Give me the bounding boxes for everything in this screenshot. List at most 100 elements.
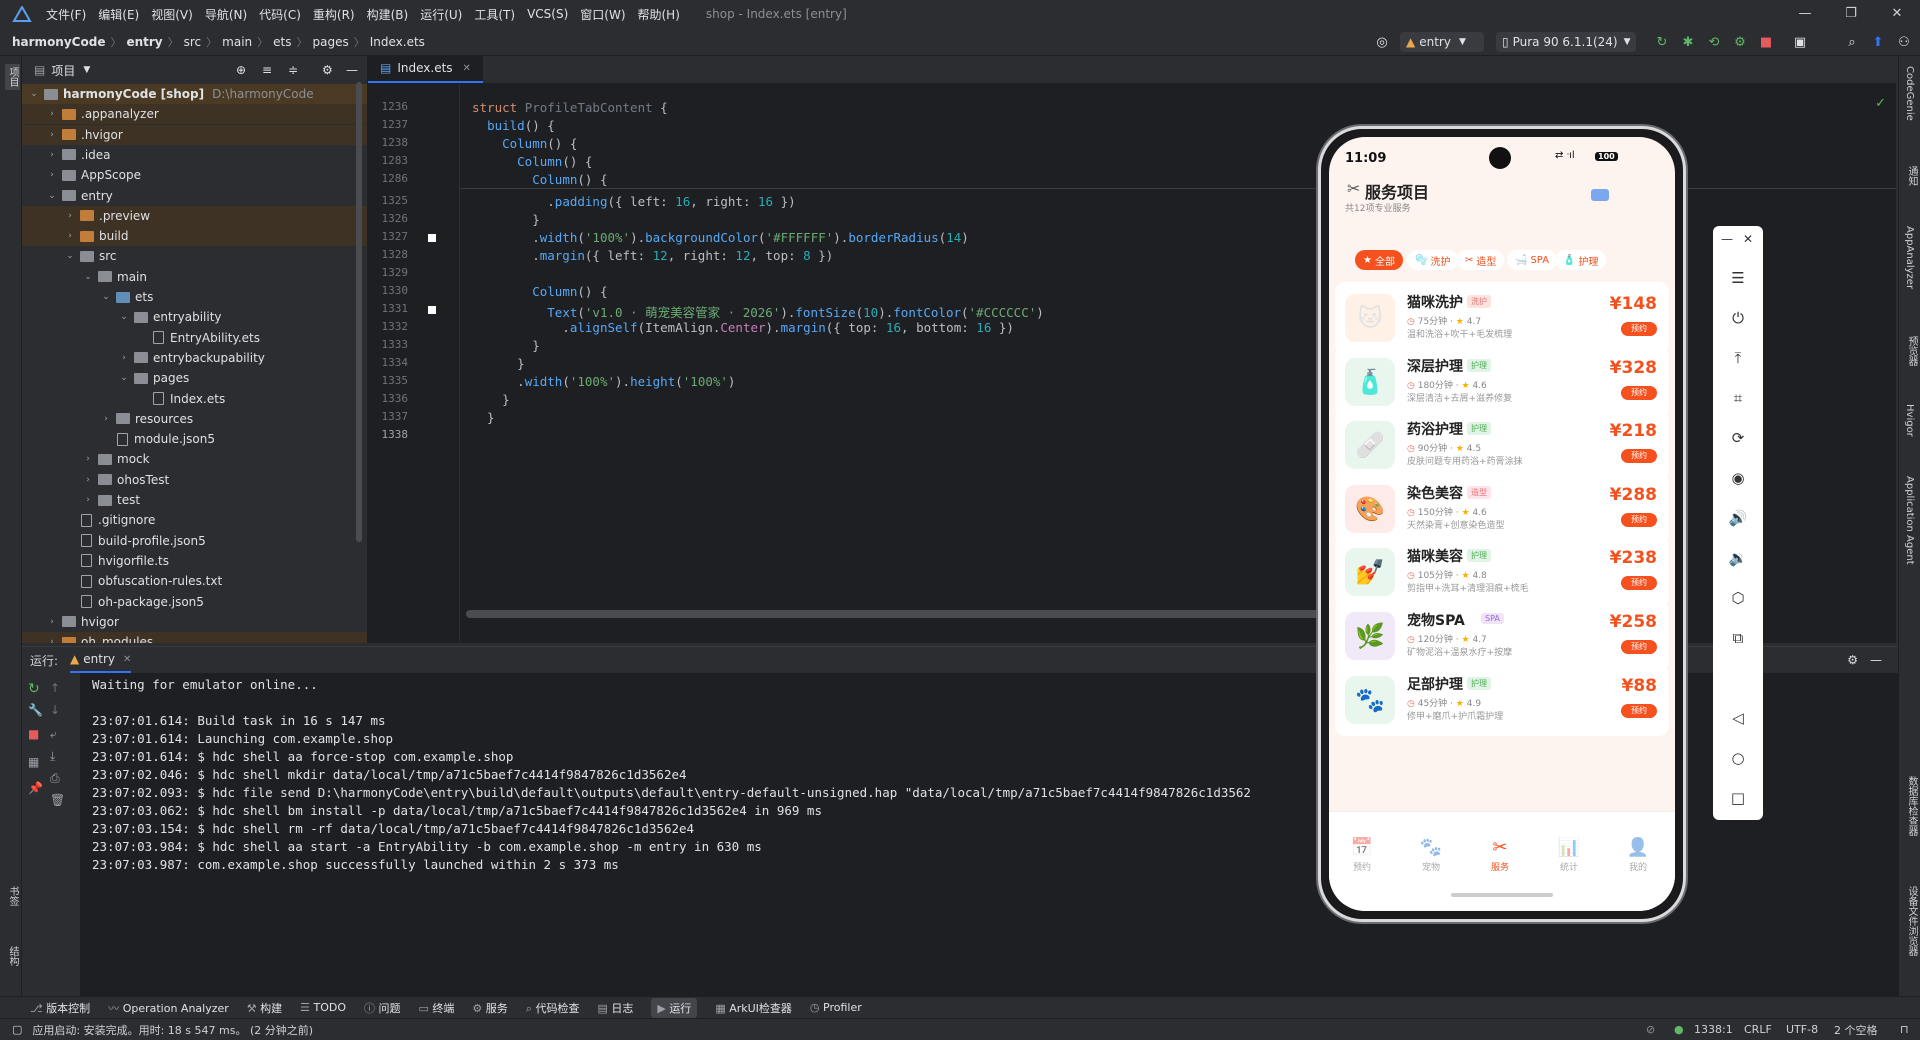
gear-icon[interactable]: ⚙ — [322, 63, 333, 77]
tree-item[interactable]: EntryAbility.ets — [22, 328, 367, 348]
chevron-right-icon[interactable]: › — [100, 414, 112, 424]
crumb-src[interactable]: src — [184, 35, 202, 49]
crumb-pages[interactable]: pages — [312, 35, 348, 49]
book-button[interactable]: 预约 — [1621, 512, 1657, 527]
layout-icon[interactable]: ▦ — [28, 755, 39, 769]
service-card[interactable]: 🐾 足部护理 护理 ◷ 45分钟 · ★ 4.9 修甲+磨爪+护爪霜护理 ¥88 预约 — [1335, 663, 1669, 736]
back-icon[interactable]: ◁ — [1726, 706, 1750, 730]
collapse-all-icon[interactable]: ≡ — [262, 63, 272, 77]
tooltab-11[interactable]: ◷ Profiler — [810, 1001, 862, 1014]
code-line[interactable]: } — [472, 212, 540, 227]
menu-run[interactable]: 运行(U) — [420, 6, 462, 23]
hide-icon[interactable]: — — [346, 63, 358, 77]
line-separator[interactable]: CRLF — [1744, 1023, 1772, 1036]
phone-tab-2[interactable]: ✂ 服务 — [1470, 837, 1530, 873]
expand-all-icon[interactable]: ≑ — [288, 63, 298, 77]
code-line[interactable]: struct ProfileTabContent { — [472, 100, 668, 115]
tooltab-5[interactable]: ▭ 终端 — [419, 1000, 455, 1016]
chip-all[interactable]: ★ 全部 — [1355, 250, 1403, 270]
home-icon[interactable]: ○ — [1726, 746, 1750, 770]
tree-item[interactable]: Index.ets — [22, 389, 367, 409]
chevron-down-icon[interactable]: ⌄ — [100, 292, 112, 302]
stop-icon[interactable]: ■ — [1756, 32, 1776, 52]
code-line[interactable]: } — [472, 410, 495, 425]
menu-window[interactable]: 窗口(W) — [580, 6, 625, 23]
crumb-file[interactable]: Index.ets — [370, 35, 425, 49]
update-icon[interactable]: ⬆ — [1868, 32, 1888, 52]
crop-icon[interactable]: ⌗ — [1726, 386, 1750, 410]
chevron-down-icon[interactable]: ⌄ — [64, 251, 76, 261]
tooltab-7[interactable]: ⌕ 代码检查 — [526, 1000, 580, 1016]
bookmark-marker[interactable] — [428, 234, 436, 242]
code-line[interactable]: Column() { — [472, 136, 577, 151]
tooltab-3[interactable]: ☰ TODO — [300, 1001, 346, 1014]
tab-index-ets[interactable]: ▤ Index.ets ✕ — [368, 55, 483, 83]
tree-item[interactable]: › .idea — [22, 145, 367, 165]
trash-icon[interactable]: 🗑 — [50, 793, 65, 807]
crumb-ets[interactable]: ets — [273, 35, 291, 49]
code-line[interactable]: .width('100%').height('100%') — [472, 374, 735, 389]
device-manager-icon[interactable]: ▣ — [1790, 32, 1810, 52]
minimize-icon[interactable]: — — [1721, 232, 1733, 246]
screen-record-icon[interactable]: ◉ — [1726, 466, 1750, 490]
restore-icon[interactable]: ❐ — [1828, 0, 1874, 28]
tree-item[interactable]: › hvigor — [22, 612, 367, 632]
book-button[interactable]: 预约 — [1621, 703, 1657, 718]
tool-hvigor[interactable]: Hvigor — [1904, 404, 1915, 437]
pin-icon[interactable]: 📌 — [28, 781, 43, 795]
tool-structure[interactable]: 结构 — [5, 946, 20, 966]
chevron-down-icon[interactable]: ⌄ — [28, 89, 40, 99]
code-line[interactable]: Column() { — [472, 154, 592, 169]
menu-navigate[interactable]: 导航(N) — [205, 6, 247, 23]
code-line[interactable]: Text('v1.0 · 萌宠美容管家 · 2026').fontSize(10… — [472, 302, 1044, 321]
tree-item[interactable]: › .preview — [22, 205, 367, 226]
tooltab-1[interactable]: 〰 Operation Analyzer — [108, 1000, 229, 1016]
chip-spa[interactable]: 🛁 SPA — [1507, 250, 1558, 270]
chevron-right-icon[interactable]: › — [46, 109, 58, 119]
code-line[interactable]: .alignSelf(ItemAlign.Center).margin({ to… — [472, 320, 1014, 335]
chevron-right-icon[interactable]: › — [46, 617, 58, 627]
gear-icon[interactable]: ⚙ — [1847, 653, 1858, 667]
code-line[interactable]: Column() { — [472, 284, 607, 299]
service-card[interactable]: 💅 猫咪美容 护理 ◷ 105分钟 · ★ 4.8 剪指甲+洗耳+清理泪痕+梳毛 ¥238… — [1335, 536, 1669, 609]
service-card[interactable]: 🐱 猫咪洗护 洗护 ◷ 75分钟 · ★ 4.7 温和洗浴+吹干+毛发梳理 ¥148 预约 — [1335, 282, 1669, 354]
tooltab-6[interactable]: ⚙ 服务 — [472, 1000, 507, 1016]
chevron-right-icon[interactable]: › — [82, 454, 94, 464]
run-config-select[interactable]: ▲ entry ▼ — [1400, 32, 1484, 52]
arrow-down-icon[interactable]: ↓ — [50, 703, 60, 717]
chevron-right-icon[interactable]: › — [82, 495, 94, 505]
tree-item[interactable]: hvigorfile.ts — [22, 551, 367, 571]
code-line[interactable]: } — [472, 338, 540, 353]
tree-item[interactable]: › .appanalyzer — [22, 104, 367, 125]
tool-project[interactable]: 项目 — [5, 64, 20, 90]
status-icon[interactable]: ▢ — [12, 1023, 22, 1036]
close-icon[interactable]: ✕ — [1874, 0, 1920, 28]
chevron-right-icon[interactable]: › — [46, 170, 58, 180]
stop-icon[interactable]: ■ — [28, 727, 39, 741]
menu-view[interactable]: 视图(V) — [151, 6, 193, 23]
code-line[interactable]: build() { — [472, 118, 555, 133]
tool-codegenie[interactable]: CodeGenie — [1904, 66, 1915, 121]
menu-build[interactable]: 构建(B) — [367, 6, 409, 23]
code-line[interactable]: .margin({ left: 12, right: 12, top: 8 }) — [472, 248, 833, 263]
menu-refactor[interactable]: 重构(R) — [313, 6, 355, 23]
tree-item[interactable]: ⌄ entryability — [22, 307, 367, 327]
menu-icon[interactable]: ☰ — [1726, 266, 1750, 290]
soft-wrap-icon[interactable]: ⤶ — [50, 727, 57, 742]
tree-item[interactable]: › .hvigor — [22, 124, 367, 145]
tree-scrollbar[interactable] — [356, 82, 362, 542]
chevron-right-icon[interactable]: › — [64, 231, 76, 241]
book-button[interactable]: 预约 — [1621, 449, 1657, 464]
chevron-right-icon[interactable]: › — [82, 475, 94, 485]
pin-top-icon[interactable]: ⤒ — [1726, 346, 1750, 370]
volume-up-icon[interactable]: 🔊 — [1726, 506, 1750, 530]
tree-item[interactable]: › oh_modules — [22, 632, 367, 643]
file-encoding[interactable]: UTF-8 — [1786, 1023, 1818, 1036]
tree-item[interactable]: ⌄ main — [22, 267, 367, 287]
tree-item[interactable]: ⌄ src — [22, 246, 367, 266]
status-message[interactable]: 应用启动: 安装完成。用时: 18 s 547 ms。 (2 分钟之前) — [32, 1022, 313, 1038]
tree-item[interactable]: obfuscation-rules.txt — [22, 571, 367, 591]
rotate-icon[interactable]: ⟳ — [1726, 426, 1750, 450]
tree-item[interactable]: module.json5 — [22, 429, 367, 449]
chip-wash[interactable]: 🫧 洗护 — [1407, 250, 1459, 270]
